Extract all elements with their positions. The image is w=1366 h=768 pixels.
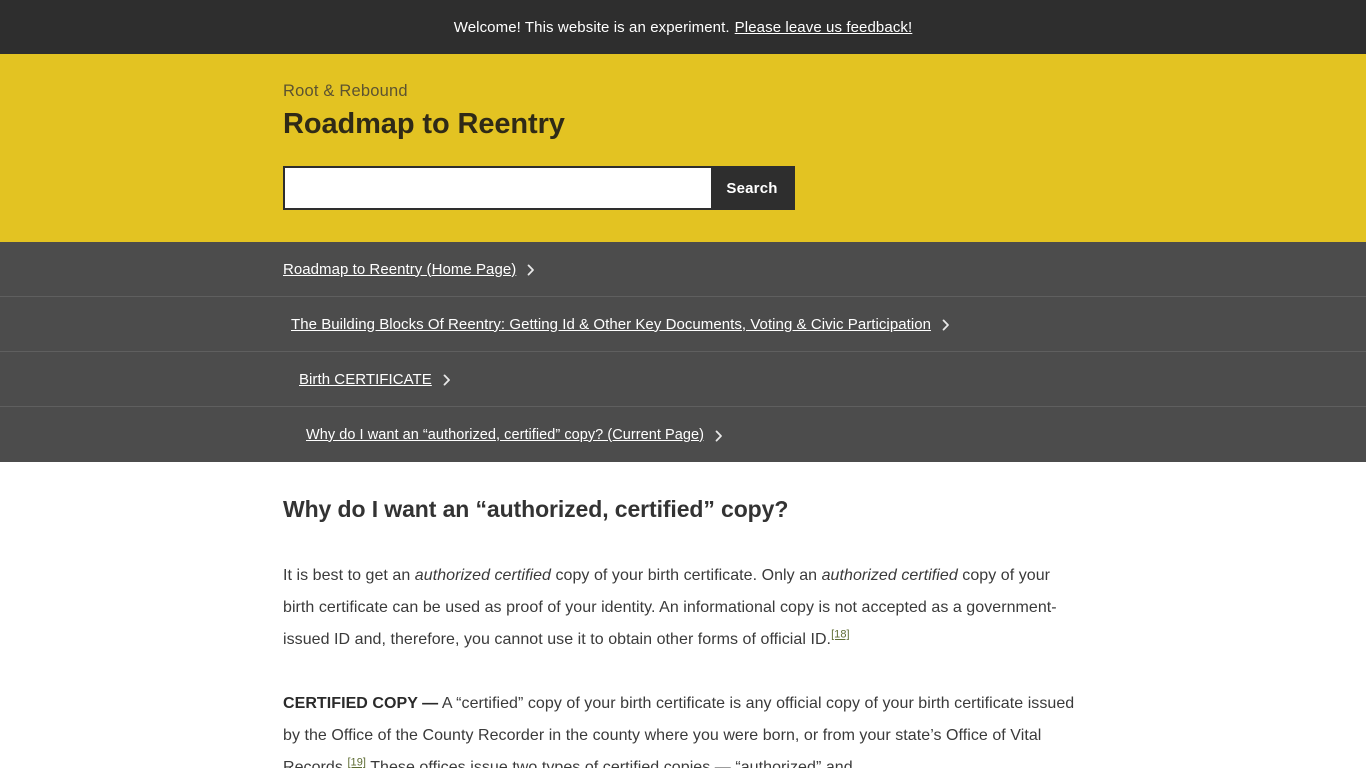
footnote-link-19[interactable]: [19] [347, 757, 366, 768]
site-masthead: Root & Rebound Roadmap to Reentry Search [0, 54, 1366, 242]
para2-part2: These offices issue two types of certifi… [366, 759, 853, 768]
site-organization: Root & Rebound [283, 82, 408, 100]
main-content: Why do I want an “authorized, certified”… [0, 462, 1366, 768]
para1-emphasis-1: authorized certified [414, 567, 551, 584]
para2-lead-label: CERTIFIED COPY — [283, 695, 439, 712]
para1-emphasis-2: authorized certified [821, 567, 958, 584]
footnote-link-18[interactable]: [18] [831, 629, 850, 641]
announcement-text: Welcome! This website is an experiment. [453, 18, 730, 36]
breadcrumb-item-birth-certificate[interactable]: Birth CERTIFICATE [0, 352, 1366, 407]
breadcrumb-label: Birth CERTIFICATE [299, 370, 432, 388]
breadcrumb-label: Why do I want an “authorized, certified”… [306, 426, 704, 443]
breadcrumb-item-current-page[interactable]: Why do I want an “authorized, certified”… [0, 407, 1366, 462]
para1-part2: copy of your birth certificate. Only an [550, 567, 822, 584]
chevron-right-icon [713, 430, 725, 442]
chevron-right-icon [525, 264, 537, 276]
paragraph-certified-copy: CERTIFIED COPY — A “certified” copy of y… [283, 688, 1083, 768]
page-title: Why do I want an “authorized, certified”… [283, 496, 789, 522]
breadcrumb-label: Roadmap to Reentry (Home Page) [283, 260, 517, 278]
chevron-right-icon [441, 374, 453, 386]
breadcrumb-label: The Building Blocks Of Reentry: Getting … [291, 315, 931, 333]
breadcrumb: Roadmap to Reentry (Home Page) The Build… [0, 242, 1366, 462]
search-form: Search [283, 166, 795, 210]
search-button[interactable]: Search [711, 168, 793, 208]
site-title: Roadmap to Reentry [283, 108, 565, 140]
masthead-inner: Root & Rebound Roadmap to Reentry Search [0, 54, 1366, 210]
breadcrumb-item-home[interactable]: Roadmap to Reentry (Home Page) [0, 242, 1366, 297]
announcement-bar: Welcome! This website is an experiment. … [0, 0, 1366, 54]
paragraph-authorized-certified: It is best to get an authorized certifie… [283, 560, 1083, 656]
breadcrumb-item-building-blocks[interactable]: The Building Blocks Of Reentry: Getting … [0, 297, 1366, 352]
chevron-right-icon [940, 319, 952, 331]
para1-part1: It is best to get an [283, 567, 415, 584]
search-input[interactable] [285, 168, 711, 208]
feedback-link[interactable]: Please leave us feedback! [735, 19, 913, 36]
